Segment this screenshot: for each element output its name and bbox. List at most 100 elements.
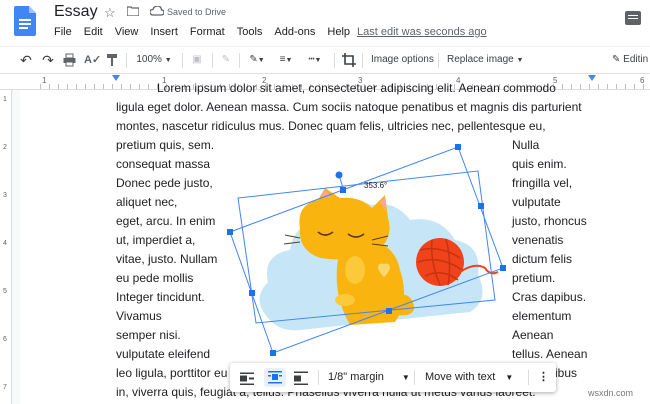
menu-addons[interactable]: Add-ons — [274, 26, 315, 38]
body-line: dictum felis — [512, 252, 573, 266]
body-line: vulputate — [512, 195, 561, 209]
body-line: Lorem ipsum dolor sit amet, consectetuer… — [157, 81, 556, 95]
toolbar-divider — [414, 370, 415, 385]
replace-image-button[interactable]: Replace image ▼ — [447, 52, 523, 68]
editing-mode-button[interactable]: ✎ Editin — [612, 52, 648, 68]
body-line: semper nisi. — [116, 328, 181, 342]
menu-view[interactable]: View — [115, 26, 139, 38]
menu-edit[interactable]: Edit — [84, 26, 103, 38]
body-line: vitae, justo. Nullam — [116, 252, 218, 266]
body-line: eu pede mollis — [116, 271, 194, 285]
body-line: Donec pede justo, — [116, 176, 213, 190]
document-title[interactable]: Essay — [54, 3, 98, 21]
menu-help[interactable]: Help — [327, 26, 350, 38]
spellcheck-icon[interactable]: A✓ — [84, 52, 101, 68]
ruler-number: 1 — [3, 96, 7, 103]
position-select[interactable]: Move with text ▼ — [425, 369, 513, 386]
wrap-text-icon — [268, 371, 282, 384]
body-line: Integer tincidunt. — [116, 290, 205, 304]
ruler-number: 6 — [3, 336, 7, 343]
wrap-text-button[interactable] — [264, 368, 286, 387]
toolbar-divider — [438, 53, 439, 68]
border-dash-icon[interactable]: ┅▼ — [303, 52, 327, 68]
more-options-icon[interactable]: ⋮ — [538, 369, 549, 386]
toolbar-divider — [182, 53, 183, 68]
print-icon[interactable] — [63, 52, 76, 68]
vertical-ruler: 1 2 3 4 5 6 7 — [0, 90, 12, 404]
body-line: venenatis — [512, 233, 564, 247]
toolbar-divider — [318, 370, 319, 385]
toolbar-divider — [239, 53, 240, 68]
paint-format-icon[interactable] — [106, 52, 118, 68]
saved-status: Saved to Drive — [167, 7, 227, 17]
replace-image-label: Replace image — [447, 54, 514, 65]
border-weight-icon[interactable]: ≡▼ — [274, 52, 298, 68]
image-context-toolbar: 1/8" margin ▼ Move with text ▼ ⋮ — [230, 363, 556, 392]
comments-icon[interactable] — [625, 11, 641, 25]
body-line: justo, rhoncus — [512, 214, 587, 228]
body-line: Vivamus — [116, 309, 162, 323]
position-label: Move with text — [425, 371, 496, 383]
star-icon[interactable]: ☆ — [104, 5, 116, 21]
body-line: eget, arcu. In enim — [116, 214, 216, 228]
body-line: elementum — [512, 309, 572, 323]
add-comment-icon[interactable]: ▣ — [190, 52, 204, 68]
zoom-value: 100% — [136, 54, 162, 65]
toolbar-divider — [362, 53, 363, 68]
editing-mode-label: Editin — [623, 54, 649, 65]
toolbar-divider — [212, 53, 213, 68]
body-line: Aenean — [512, 328, 554, 342]
cloud-saved-icon — [150, 6, 164, 16]
redo-icon[interactable]: ↷ — [40, 52, 56, 68]
move-folder-icon[interactable] — [127, 6, 139, 16]
menu-insert[interactable]: Insert — [150, 26, 178, 38]
docs-logo-icon[interactable] — [14, 6, 36, 36]
border-color-icon[interactable]: ✎▼ — [246, 52, 268, 68]
ruler-number: 7 — [3, 384, 7, 391]
body-line: ut, imperdiet a, — [116, 233, 196, 247]
title-bar: Essay ☆ Saved to Drive File Edit View In… — [0, 0, 650, 46]
inline-wrap-icon[interactable] — [240, 370, 254, 387]
toolbar: ↶ ↷ A✓ 100% ▼ ▣ ✎ ✎▼ ≡▼ ┅▼ Image options… — [0, 46, 650, 74]
body-line: montes, nascetur ridiculus mus. Donec qu… — [116, 119, 546, 133]
ruler-number: 1 — [42, 76, 47, 85]
toolbar-divider — [334, 53, 335, 68]
margin-label: 1/8" margin — [328, 371, 384, 383]
ruler-number: 6 — [640, 76, 645, 85]
last-edit-link[interactable]: Last edit was seconds ago — [357, 26, 487, 38]
undo-icon[interactable]: ↶ — [18, 52, 34, 68]
body-line: pretium. — [512, 271, 556, 285]
ruler-number: 4 — [3, 240, 7, 247]
menu-bar: File Edit View Insert Format Tools Add-o… — [54, 26, 362, 38]
pencil-icon[interactable]: ✎ — [219, 52, 233, 68]
zoom-select[interactable]: 100% ▼ — [136, 52, 172, 68]
body-line: Cras dapibus. — [512, 290, 587, 304]
ruler-number: 5 — [3, 288, 7, 295]
right-indent-marker[interactable] — [588, 75, 596, 81]
menu-file[interactable]: File — [54, 26, 72, 38]
toolbar-divider — [528, 370, 529, 385]
body-line: tellus. Aenean — [512, 347, 588, 361]
left-indent-marker[interactable] — [112, 75, 120, 81]
body-line: ibus — [555, 366, 578, 380]
body-line: ligula eget dolor. Aenean massa. Cum soc… — [116, 100, 582, 114]
body-line: leo ligula, porttitor eu — [116, 366, 228, 380]
crop-icon[interactable] — [342, 52, 356, 68]
body-line: fringilla vel, — [512, 176, 573, 190]
menu-format[interactable]: Format — [190, 26, 225, 38]
break-text-icon[interactable] — [294, 370, 308, 387]
toolbar-divider — [126, 53, 127, 68]
ruler-number: 2 — [3, 144, 7, 151]
pencil-icon: ✎ — [612, 54, 621, 65]
watermark: wsxdn.com — [588, 388, 634, 398]
menu-tools[interactable]: Tools — [237, 26, 263, 38]
body-line: quis enim. — [512, 157, 567, 171]
body-line: Nulla — [512, 138, 540, 152]
body-line: vulputate eleifend — [116, 347, 211, 361]
body-line: pretium quis, sem. — [116, 138, 215, 152]
image-options-button[interactable]: Image options — [371, 52, 434, 68]
margin-select[interactable]: 1/8" margin ▼ — [328, 369, 410, 386]
body-line: consequat massa — [116, 157, 211, 171]
ruler-number: 3 — [3, 192, 7, 199]
body-line: aliquet nec, — [116, 195, 178, 209]
